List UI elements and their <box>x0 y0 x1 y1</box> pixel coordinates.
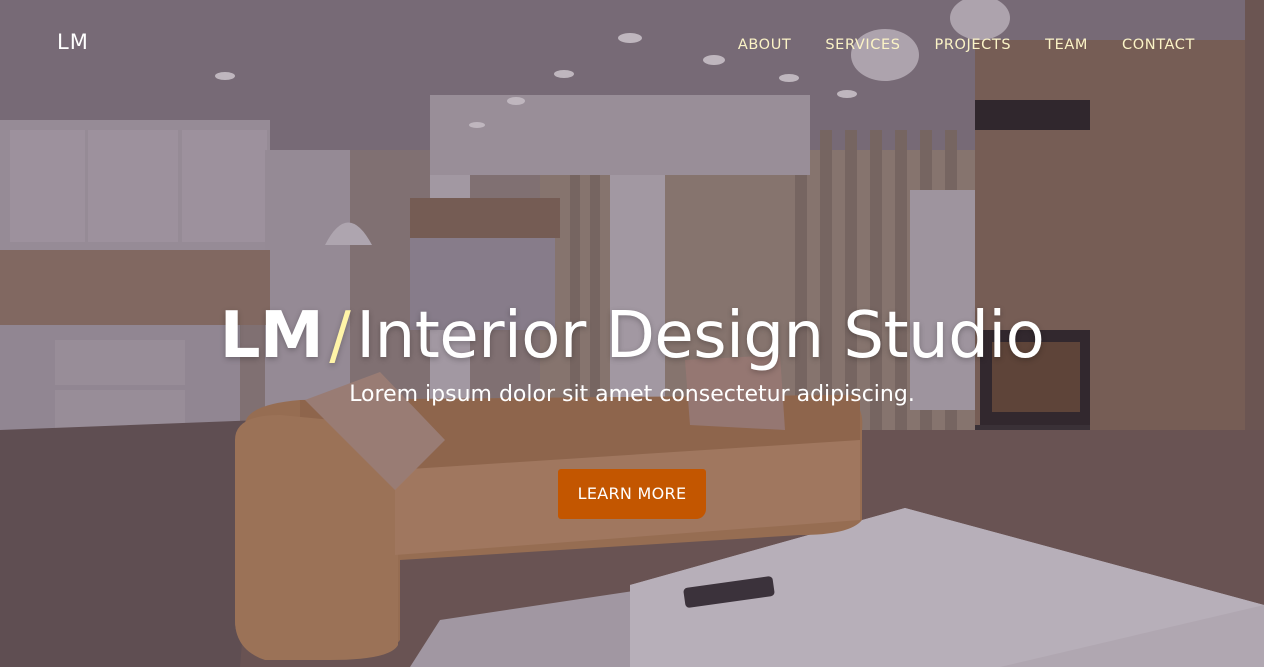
nav-link-projects[interactable]: PROJECTS <box>935 37 1012 53</box>
nav-item-about: ABOUT <box>738 36 792 54</box>
hero-subtitle: Lorem ipsum dolor sit amet consectetur a… <box>349 382 915 407</box>
nav-item-services: SERVICES <box>825 36 900 54</box>
hero-title-slash: / <box>329 299 351 373</box>
hero-content: LM/Interior Design Studio Lorem ipsum do… <box>0 296 1264 519</box>
nav-item-team: TEAM <box>1045 36 1088 54</box>
hero-section: LM ABOUT SERVICES PROJECTS TEAM CONTACT … <box>0 0 1264 667</box>
nav-link-team[interactable]: TEAM <box>1045 37 1088 53</box>
nav-link-services[interactable]: SERVICES <box>825 37 900 53</box>
top-navbar: LM ABOUT SERVICES PROJECTS TEAM CONTACT <box>0 0 1264 88</box>
hero-title-text: Interior Design Studio <box>356 299 1045 373</box>
nav-menu: ABOUT SERVICES PROJECTS TEAM CONTACT <box>738 36 1195 54</box>
nav-link-about[interactable]: ABOUT <box>738 37 792 53</box>
nav-item-contact: CONTACT <box>1122 36 1195 54</box>
brand-logo[interactable]: LM <box>57 30 89 54</box>
hero-title: LM/Interior Design Studio <box>0 296 1264 376</box>
learn-more-button[interactable]: LEARN MORE <box>557 469 707 519</box>
nav-link-contact[interactable]: CONTACT <box>1122 37 1195 53</box>
nav-item-projects: PROJECTS <box>935 36 1012 54</box>
hero-title-brand: LM <box>219 299 324 373</box>
